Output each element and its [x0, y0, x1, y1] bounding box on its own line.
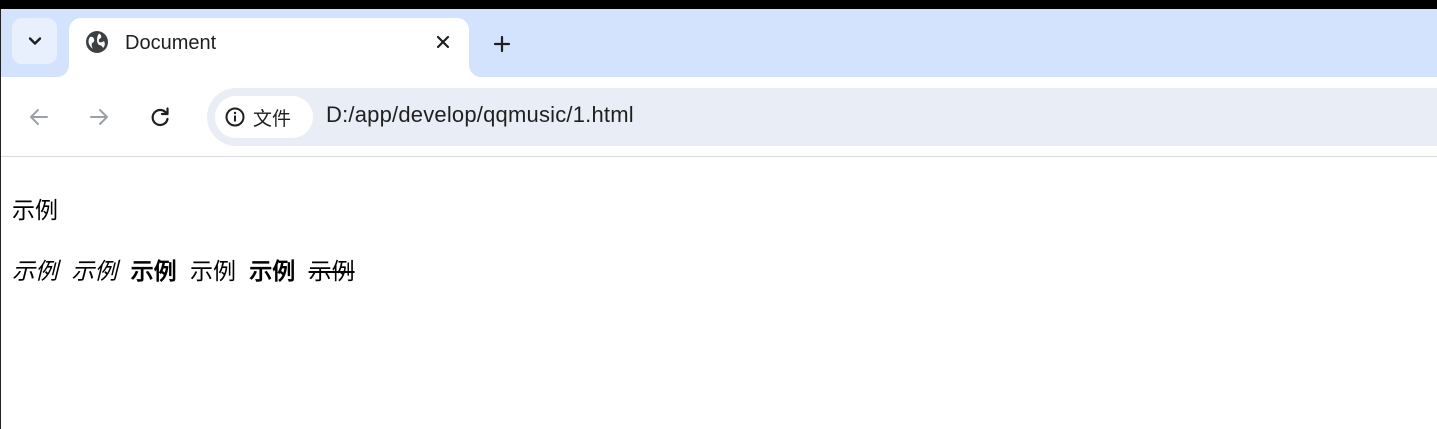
chevron-down-icon — [28, 37, 41, 45]
arrow-right-icon — [90, 109, 108, 125]
globe-icon — [86, 31, 108, 53]
toolbar: 文件 D:/app/develop/qqmusic/1.html — [1, 77, 1437, 157]
tab-strip: Document — [1, 9, 1437, 77]
arrow-left-icon — [30, 109, 48, 125]
url-text[interactable]: D:/app/develop/qqmusic/1.html — [326, 102, 634, 128]
back-button[interactable] — [21, 99, 57, 135]
page-content: 示例 示例 示例 示例 示例 示例 示例 — [1, 157, 1437, 429]
site-info-chip[interactable]: 文件 — [215, 96, 313, 138]
tab-title: Document — [125, 32, 217, 54]
plus-icon — [493, 35, 511, 53]
reload-button[interactable] — [142, 99, 178, 135]
site-chip-label: 文件 — [253, 107, 292, 130]
italic-text-2: 示例 — [71, 259, 118, 285]
info-icon — [225, 107, 245, 127]
reload-icon — [151, 107, 169, 127]
italic-text-1: 示例 — [12, 259, 58, 285]
tab-document[interactable]: Document — [69, 18, 469, 77]
plain-text: 示例 — [189, 259, 236, 285]
browser-window: Document 文件 D:/app/develop/qqmusic/1.htm… — [0, 9, 1437, 429]
close-icon — [436, 35, 450, 49]
tab-search-button[interactable] — [12, 18, 57, 64]
address-bar[interactable]: 文件 D:/app/develop/qqmusic/1.html — [207, 88, 1437, 146]
paragraph-styled: 示例 示例 示例 示例 示例 示例 — [12, 252, 361, 286]
forward-button[interactable] — [81, 99, 117, 135]
new-tab-button[interactable] — [487, 29, 517, 59]
tab-close-button[interactable] — [429, 28, 457, 56]
strikethrough-text: 示例 — [308, 259, 355, 285]
bold-text-1: 示例 — [130, 259, 177, 285]
paragraph-plain: 示例 — [12, 198, 58, 224]
bold-text-2: 示例 — [249, 259, 296, 285]
